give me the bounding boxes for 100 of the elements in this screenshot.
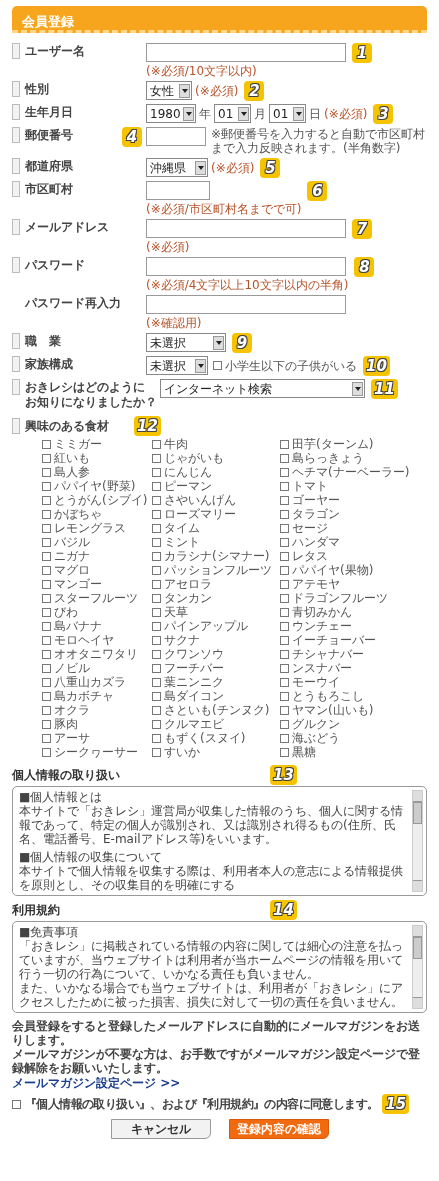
checkbox[interactable] [152, 635, 161, 645]
checkbox[interactable] [42, 565, 51, 575]
checkbox[interactable] [280, 733, 289, 743]
checkbox[interactable] [152, 677, 161, 687]
dropdown[interactable]: 1980 [146, 104, 196, 123]
checkbox[interactable] [280, 593, 289, 603]
text-scroll-box[interactable]: ■個人情報とは 本サイトで「おきレシ」運営局が収集した情報のうち、個人に関する情報であって、特定の個人が識別され、又は識別され得るもの(住所、氏名、電話番号、E-mailアドレス等)をいいます。 ■個人情報の収集について 本サイトで個人情報を収集する際は、利用者本人の意志による情報提供を原則とし、その収集目的を明確にする [12, 786, 427, 896]
checkbox[interactable] [42, 523, 51, 533]
checkbox[interactable] [42, 719, 51, 729]
checkbox[interactable] [42, 593, 51, 603]
input-field[interactable] [146, 219, 346, 238]
checkbox[interactable] [280, 747, 289, 757]
checkbox[interactable] [280, 551, 289, 561]
caret-icon [195, 358, 206, 373]
caret-icon [213, 335, 224, 350]
checkbox[interactable] [280, 495, 289, 505]
checkbox[interactable] [42, 481, 51, 491]
checkbox[interactable] [152, 523, 161, 533]
checkbox[interactable] [280, 719, 289, 729]
checkbox[interactable] [42, 663, 51, 673]
field-note: (※確認用) [146, 316, 203, 330]
checkbox[interactable] [280, 565, 289, 575]
checkbox[interactable] [152, 607, 161, 617]
checkbox[interactable] [152, 579, 161, 589]
checkbox[interactable] [42, 495, 51, 505]
checkbox[interactable] [152, 509, 161, 519]
checkbox[interactable] [280, 467, 289, 477]
checkbox[interactable] [280, 481, 289, 491]
checkbox[interactable] [152, 621, 161, 631]
checkbox[interactable] [152, 663, 161, 673]
document-paragraph: ■個人情報の収集について [19, 850, 164, 864]
checkbox[interactable] [280, 509, 289, 519]
checkbox[interactable] [42, 621, 51, 631]
checkbox-label: パパイヤ(果物) [292, 564, 374, 576]
checkbox[interactable] [42, 439, 51, 449]
checkbox[interactable] [152, 593, 161, 603]
text-scroll-box[interactable]: ■免責事項 「おきレシ」に掲載されている情報の内容に関しては細心の注意を払っていますが、当ウェブサイトは利用者が当ホームページの情報を用いて行う一切の行為について、いかなる責任も負いません。 また、いかなる場合でも当ウェブサイトは、利用者が「おきレシ」にアクセスしたために被った損害、損失に対して一切の責任を負いません。 [12, 921, 427, 1013]
checkbox-label: フーチバー [164, 662, 224, 674]
checkbox[interactable] [152, 439, 161, 449]
dropdown[interactable]: 01 [214, 104, 251, 123]
checkbox[interactable] [42, 705, 51, 715]
checkbox[interactable] [42, 579, 51, 589]
input-field[interactable] [146, 43, 346, 62]
checkbox[interactable] [152, 453, 161, 463]
dropdown[interactable]: 未選択 [146, 356, 208, 375]
checkbox-label: タンカン [164, 592, 212, 604]
checkbox[interactable] [152, 495, 161, 505]
checkbox[interactable] [42, 509, 51, 519]
dropdown[interactable]: インターネット検索 [160, 379, 365, 398]
input-field[interactable] [146, 257, 346, 276]
checkbox[interactable] [280, 621, 289, 631]
input-field[interactable] [146, 127, 206, 146]
dropdown[interactable]: 女性 [146, 81, 192, 100]
checkbox[interactable] [280, 537, 289, 547]
checkbox[interactable] [280, 663, 289, 673]
checkbox[interactable] [42, 551, 51, 561]
checkbox[interactable] [280, 705, 289, 715]
checkbox-label: ノビル [54, 662, 90, 674]
checkbox[interactable] [213, 361, 222, 370]
checkbox[interactable] [42, 635, 51, 645]
checkbox[interactable] [42, 537, 51, 547]
checkbox[interactable] [42, 649, 51, 659]
checkbox[interactable] [152, 691, 161, 701]
checkbox[interactable] [280, 439, 289, 449]
checkbox[interactable] [152, 747, 161, 757]
checkbox[interactable] [12, 1099, 21, 1109]
checkbox[interactable] [42, 733, 51, 743]
checkbox[interactable] [42, 747, 51, 757]
scrollbar[interactable] [412, 925, 423, 1009]
checkbox[interactable] [152, 565, 161, 575]
input-field[interactable] [146, 181, 210, 200]
checkbox[interactable] [152, 733, 161, 743]
dropdown[interactable]: 沖縄県 [146, 158, 208, 177]
checkbox[interactable] [280, 607, 289, 617]
checkbox[interactable] [280, 649, 289, 659]
newsletter-settings-link[interactable]: メールマガジン設定ページ >> [12, 1075, 181, 1091]
dropdown[interactable]: 01 [269, 104, 306, 123]
checkbox[interactable] [42, 691, 51, 701]
checkbox[interactable] [42, 467, 51, 477]
checkbox[interactable] [280, 523, 289, 533]
dropdown[interactable]: 未選択 [146, 333, 226, 352]
checkbox[interactable] [152, 481, 161, 491]
checkbox[interactable] [280, 579, 289, 589]
checkbox[interactable] [280, 677, 289, 687]
scrollbar[interactable] [412, 790, 423, 892]
input-field[interactable] [146, 295, 346, 314]
checkbox[interactable] [152, 467, 161, 477]
checkbox[interactable] [42, 453, 51, 463]
checkbox[interactable] [152, 649, 161, 659]
checkbox[interactable] [280, 453, 289, 463]
checkbox[interactable] [152, 537, 161, 547]
checkbox[interactable] [152, 705, 161, 715]
checkbox[interactable] [42, 677, 51, 687]
checkbox[interactable] [152, 551, 161, 561]
cancel-button[interactable]: キャンセル [110, 1119, 211, 1139]
checkbox-label: 田芋(ターンム) [292, 438, 374, 450]
checkbox[interactable] [42, 607, 51, 617]
checkbox[interactable] [152, 719, 161, 729]
checkbox[interactable] [280, 691, 289, 701]
checkbox[interactable] [280, 635, 289, 645]
